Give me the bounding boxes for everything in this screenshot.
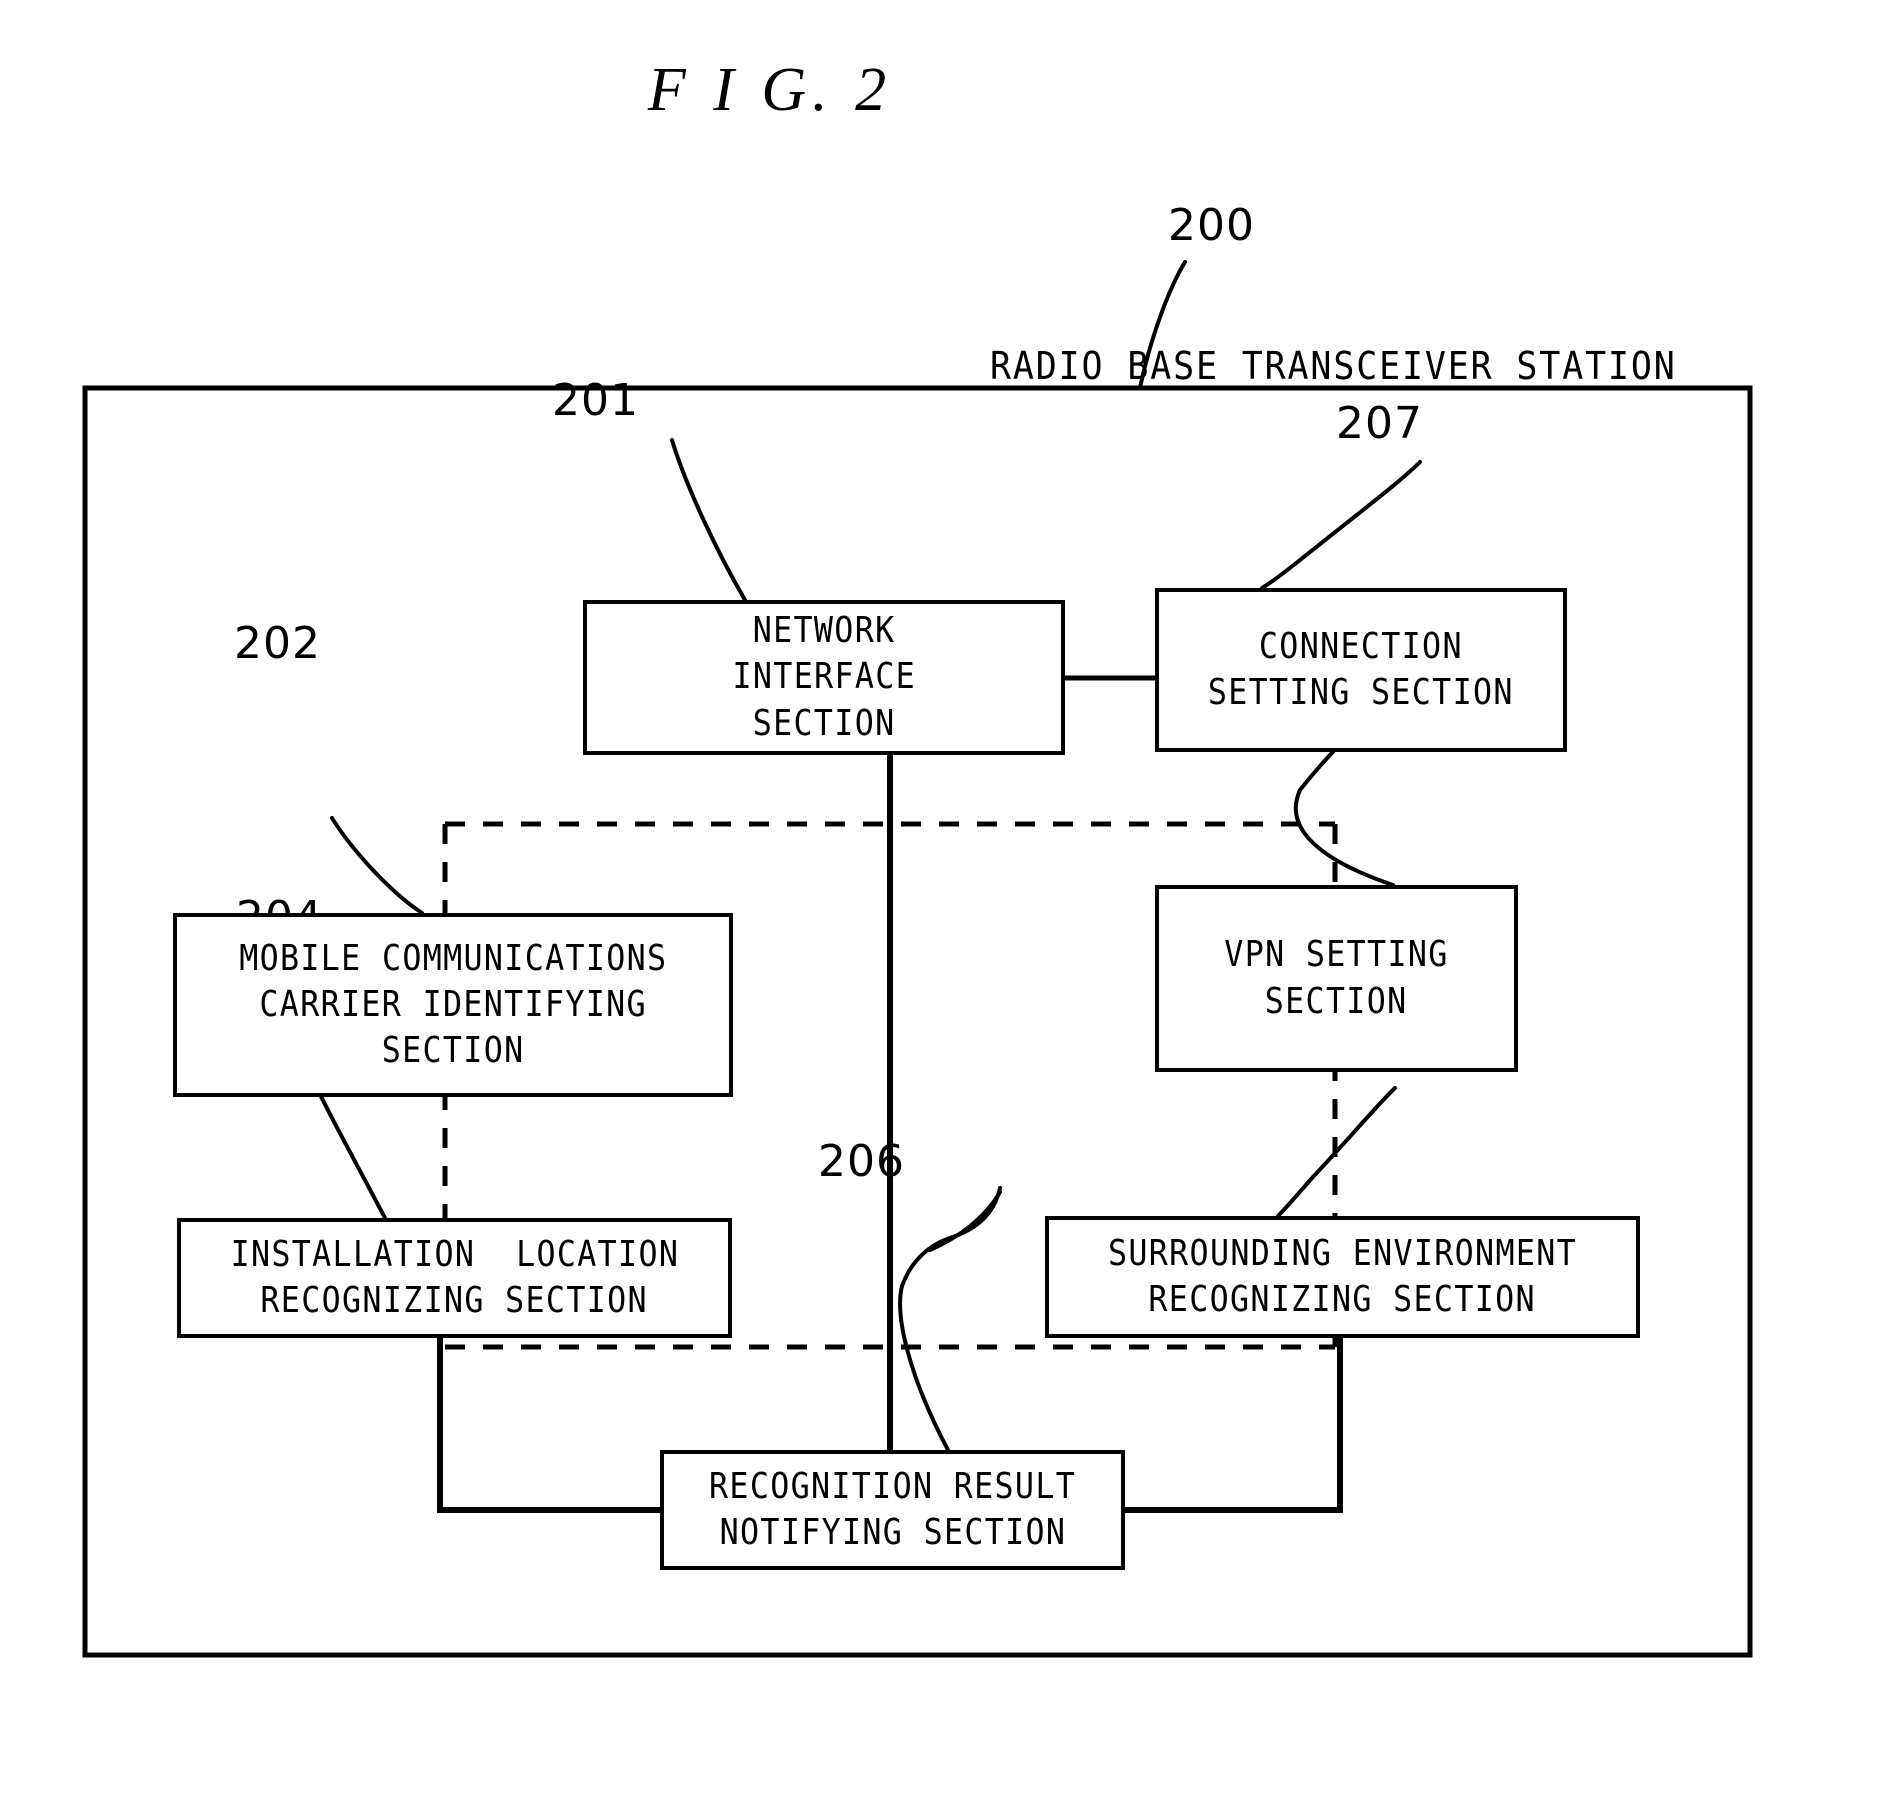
leader-206-render [899, 1190, 1000, 1450]
ref-numeral-202: 202 [234, 618, 321, 669]
block-label-line: SURROUNDING ENVIRONMENT [1107, 1232, 1578, 1274]
block-label-line: RECOGNIZING SECTION [1148, 1279, 1537, 1320]
block-label-line: RECOGNIZING SECTION [260, 1280, 649, 1321]
block-label-line: SECTION [1265, 980, 1408, 1022]
leader-206-sq [899, 1192, 1000, 1300]
leader-206-curve-final [900, 1193, 997, 1450]
leader-206-real [911, 1190, 1000, 1450]
surrounding-environment-recognizing-section-box: SURROUNDING ENVIRONMENT RECOGNIZING SECT… [1045, 1216, 1640, 1338]
enclosure-title: RADIO BASE TRANSCEIVER STATION [990, 344, 1677, 388]
block-label-line: INTERFACE [732, 656, 916, 698]
block-label-line: INSTALLATION LOCATION [230, 1233, 679, 1275]
block-label-line: CARRIER IDENTIFYING [259, 983, 647, 1025]
block-label-line: CONNECTION [1259, 625, 1463, 667]
leader-206-visible-final [909, 1191, 997, 1450]
block-label-line: SECTION [752, 702, 896, 744]
block-label-line: RECOGNITION RESULT [708, 1465, 1077, 1507]
installation-location-recognizing-section-box: INSTALLATION LOCATION RECOGNIZING SECTIO… [177, 1218, 732, 1338]
figure-page: F I G. 2 RADIO BASE TRANSCEIVER STATION … [0, 0, 1900, 1811]
ref-numeral-201: 201 [552, 375, 639, 426]
ref-numeral-207: 207 [1336, 398, 1423, 449]
leader-206-shown [900, 1190, 998, 1450]
vpn-setting-section-box: VPN SETTING SECTION [1155, 885, 1518, 1072]
leader-206-show [898, 1186, 1002, 1452]
leader-206-final-ink [900, 1190, 1000, 1296]
recognition-result-notifying-section-box: RECOGNITION RESULT NOTIFYING SECTION [660, 1450, 1125, 1570]
network-interface-section-box: NETWORK INTERFACE SECTION [583, 600, 1065, 755]
block-label-line: SETTING SECTION [1208, 672, 1514, 713]
mobile-communications-carrier-identifying-section-box: MOBILE COMMUNICATIONS CARRIER IDENTIFYIN… [173, 913, 733, 1097]
block-label-line: MOBILE COMMUNICATIONS [238, 937, 668, 979]
ref-numeral-206: 206 [818, 1136, 905, 1187]
block-label-line: VPN SETTING [1224, 934, 1449, 976]
ref-numeral-200: 200 [1168, 200, 1255, 251]
leader-206-ink [908, 1192, 997, 1450]
block-label-line: SECTION [381, 1030, 525, 1072]
leader-206-stroke [900, 1190, 1000, 1280]
connection-setting-section-box: CONNECTION SETTING SECTION [1155, 588, 1567, 752]
leader-206-drawn [906, 1192, 998, 1292]
block-label-line: NOTIFYING SECTION [719, 1512, 1066, 1553]
block-label-line: NETWORK [752, 610, 896, 652]
